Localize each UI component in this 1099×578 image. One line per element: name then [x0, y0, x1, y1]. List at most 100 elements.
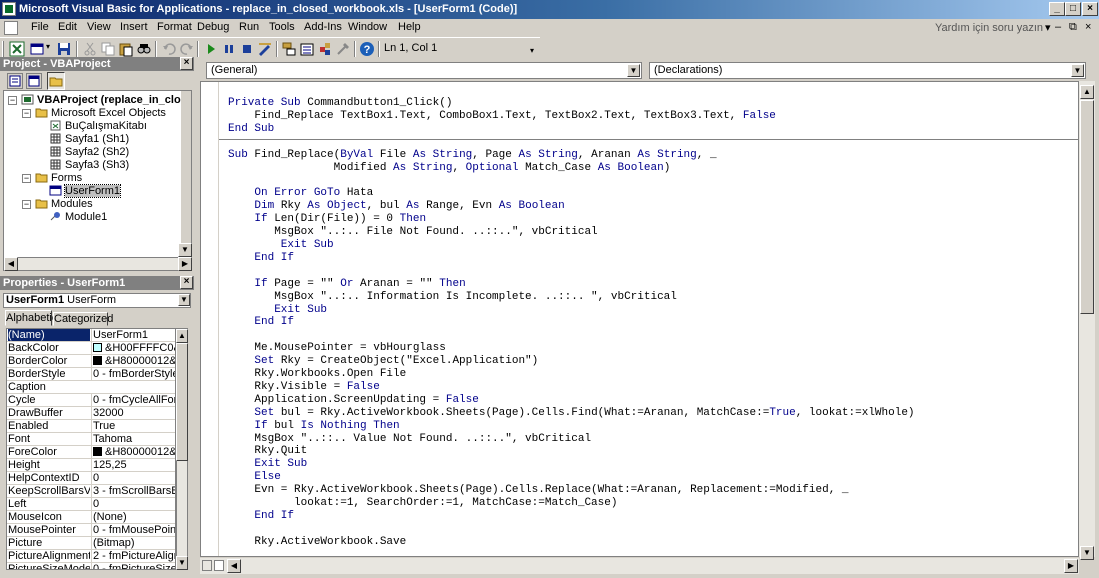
tree-collapse-toggle[interactable]: −	[8, 96, 17, 105]
property-row[interactable]: BorderColor &H80000012&	[7, 355, 175, 368]
help-question-box[interactable]: Yardım için soru yazın	[930, 20, 1055, 36]
props-scroll-up-button[interactable]: ▲	[176, 329, 188, 343]
code-line[interactable]: Rky.Visible = False	[228, 381, 379, 394]
code-line[interactable]: End If	[228, 510, 294, 523]
property-value[interactable]: 3 - fmScrollBarsBoth	[91, 485, 175, 497]
tab-categorized[interactable]: Categorized	[53, 312, 113, 326]
property-row[interactable]: DrawBuffer 32000	[7, 407, 175, 420]
property-row[interactable]: BackColor &H00FFFFC0&	[7, 342, 175, 355]
property-value[interactable]: (None)	[91, 511, 175, 523]
code-line[interactable]: Modified As String, Optional Match_Case …	[228, 162, 671, 175]
code-line[interactable]: End If	[228, 316, 294, 329]
code-line[interactable]: Set bul = Rky.ActiveWorkbook.Sheets(Page…	[228, 407, 914, 420]
property-row[interactable]: (Name) UserForm1	[7, 329, 175, 342]
property-value[interactable]: 0 - fmCycleAllForms	[91, 394, 175, 406]
close-button[interactable]: ×	[1082, 2, 1098, 16]
tree-item[interactable]: Sayfa3 (Sh3)	[49, 159, 129, 172]
property-value[interactable]: True	[91, 420, 175, 432]
find-icon[interactable]	[136, 41, 152, 57]
tree-item[interactable]: Sayfa1 (Sh1)	[49, 133, 129, 146]
code-line[interactable]: Rky.Quit	[228, 445, 307, 458]
tree-item[interactable]: Module1	[49, 211, 107, 224]
menu-file[interactable]: File	[31, 21, 49, 33]
code-scroll-down-button[interactable]: ▼	[1080, 546, 1094, 560]
toolbox-icon[interactable]	[335, 41, 351, 57]
tree-scroll-down-button[interactable]: ▼	[178, 243, 192, 257]
menu-view[interactable]: View	[87, 21, 111, 33]
code-hscroll[interactable]: ◀ ▶	[200, 558, 1079, 574]
menu-addins[interactable]: Add-Ins	[304, 21, 342, 33]
property-value[interactable]: 2 - fmPictureAlignmen	[91, 550, 175, 562]
property-value[interactable]: &H00FFFFC0&	[91, 342, 175, 354]
code-editor[interactable]: Private Sub Commandbutton1_Click() Find_…	[200, 81, 1079, 557]
code-line[interactable]: Else	[228, 471, 280, 484]
reset-icon[interactable]	[239, 41, 255, 57]
code-scroll-left-button[interactable]: ◀	[227, 559, 241, 573]
code-scroll-up-button[interactable]: ▲	[1080, 85, 1094, 99]
code-line[interactable]: MsgBox "..:.. File Not Found. ..::..", v…	[228, 226, 597, 239]
insert-dropdown-icon[interactable]: ▾	[46, 42, 50, 51]
props-scroll-thumb[interactable]	[176, 343, 188, 461]
code-line[interactable]: On Error GoTo Hata	[228, 187, 373, 200]
object-combo-dropdown-icon[interactable]: ▼	[627, 64, 640, 77]
save-icon[interactable]	[56, 41, 72, 57]
property-value[interactable]: 0	[91, 498, 175, 510]
view-object-icon[interactable]	[26, 73, 42, 89]
code-line[interactable]: Rky.ActiveWorkbook.Save	[228, 536, 406, 549]
property-row[interactable]: Caption	[7, 381, 175, 394]
property-value[interactable]: UserForm1	[91, 329, 175, 341]
property-row[interactable]: ForeColor &H80000012&	[7, 446, 175, 459]
code-line[interactable]: Evn = Rky.ActiveWorkbook.Sheets(Page).Ce…	[228, 484, 848, 497]
property-value[interactable]: 125,25	[91, 459, 175, 471]
code-line[interactable]: Rky.Workbooks.Open File	[228, 368, 406, 381]
mdi-restore-button[interactable]: ⧉	[1069, 21, 1077, 34]
code-line[interactable]: Sub Find_Replace(ByVal File As String, P…	[228, 149, 717, 162]
property-row[interactable]: Font Tahoma	[7, 433, 175, 446]
break-icon[interactable]	[221, 41, 237, 57]
property-value[interactable]: 32000	[91, 407, 175, 419]
menu-window[interactable]: Window	[348, 21, 387, 33]
object-combo[interactable]: (General) ▼	[206, 62, 642, 79]
menu-help[interactable]: Help	[398, 21, 421, 33]
code-line[interactable]: Me.MousePointer = vbHourglass	[228, 342, 445, 355]
help-dropdown-icon[interactable]: ▾	[1045, 21, 1051, 34]
tree-item[interactable]: VBAProject (replace_in_closed_wo	[21, 94, 191, 107]
property-row[interactable]: KeepScrollBarsVisible3 - fmScrollBarsBot…	[7, 485, 175, 498]
property-value[interactable]: (Bitmap)	[91, 537, 175, 549]
view-excel-icon[interactable]	[9, 41, 25, 57]
code-line[interactable]: If Len(Dir(File)) = 0 Then	[228, 213, 426, 226]
tree-item[interactable]: Sayfa2 (Sh2)	[49, 146, 129, 159]
property-value[interactable]: &H80000012&	[91, 355, 175, 367]
mdi-system-icon[interactable]	[4, 21, 18, 35]
menu-insert[interactable]: Insert	[120, 21, 148, 33]
tree-item[interactable]: Microsoft Excel Objects	[35, 107, 166, 120]
project-explorer-icon[interactable]	[281, 41, 297, 57]
property-row[interactable]: Enabled True	[7, 420, 175, 433]
project-tree-hscroll[interactable]: ◀ ▶	[3, 257, 192, 271]
tree-collapse-toggle[interactable]: −	[22, 109, 31, 118]
toggle-folders-icon[interactable]	[47, 72, 65, 90]
view-code-icon[interactable]	[7, 73, 23, 89]
property-value[interactable]: 0	[91, 472, 175, 484]
redo-icon[interactable]	[179, 41, 195, 57]
property-value[interactable]: Tahoma	[91, 433, 175, 445]
code-line[interactable]: Exit Sub	[228, 458, 307, 471]
property-row[interactable]: MouseIcon (None)	[7, 511, 175, 524]
props-scroll-down-button[interactable]: ▼	[176, 556, 188, 570]
property-row[interactable]: Height 125,25	[7, 459, 175, 472]
code-line[interactable]: Private Sub Commandbutton1_Click()	[228, 97, 452, 110]
tree-item[interactable]: BuÇalışmaKitabı	[49, 120, 147, 133]
tree-scroll-right-button[interactable]: ▶	[178, 257, 192, 271]
property-row[interactable]: Left 0	[7, 498, 175, 511]
undo-icon[interactable]	[161, 41, 177, 57]
tree-item[interactable]: Forms	[35, 172, 82, 185]
paste-icon[interactable]	[118, 41, 134, 57]
property-row[interactable]: Picture (Bitmap)	[7, 537, 175, 550]
mdi-close-button[interactable]: ×	[1085, 21, 1091, 33]
procedure-view-icon[interactable]	[202, 560, 212, 571]
code-line[interactable]: Find_Replace TextBox1.Text, ComboBox1.Te…	[228, 110, 776, 123]
code-line[interactable]: Exit Sub	[228, 304, 327, 317]
object-selector-dropdown[interactable]: UserForm1 UserForm ▼	[3, 293, 191, 308]
code-scroll-right-button[interactable]: ▶	[1064, 559, 1078, 573]
procedure-combo-dropdown-icon[interactable]: ▼	[1071, 64, 1084, 77]
